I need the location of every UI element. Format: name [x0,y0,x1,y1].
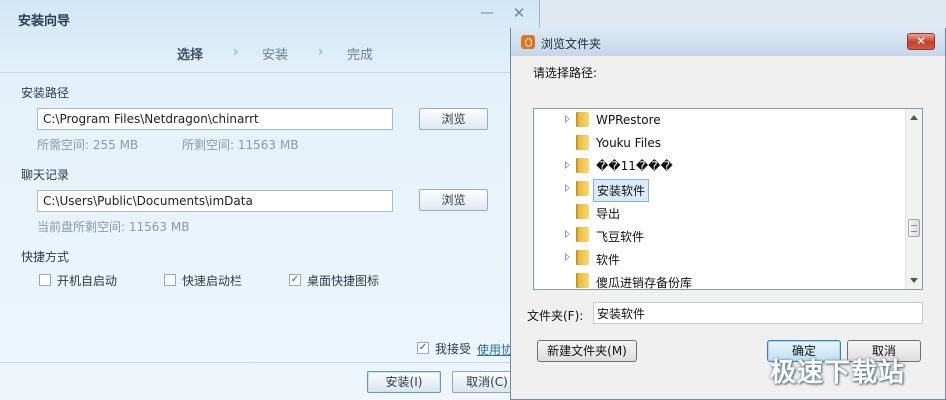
dialog-title: 浏览文件夹 [541,37,602,51]
folder-icon [576,181,589,196]
expand-arrow-icon[interactable] [565,230,570,238]
step-separator-icon: › [233,44,239,60]
quick-launch-checkbox[interactable] [164,274,176,286]
close-icon[interactable]: ✕ [907,33,935,50]
tree-item-label: 傻瓜进销存备份库 [596,276,693,290]
expand-arrow-icon[interactable] [565,253,570,261]
step-separator-icon: › [318,44,324,60]
app-logo-icon [521,35,535,49]
step-indicator: 选择 › 安装 › 完成 [0,44,540,64]
desktop-shortcut-checkbox[interactable]: ✓ [289,274,301,286]
new-folder-button[interactable]: 新建文件夹(M) [537,340,637,362]
agree-label: 我接受 [435,342,472,356]
shortcuts-label: 快捷方式 [21,250,70,264]
tree-item-label: 软件 [596,253,621,267]
install-path-browse-button[interactable]: 浏览 [419,108,488,130]
folder-tree[interactable]: WPRestore Youku Files ��11��� 安装软件 导出 飞豆… [533,108,923,290]
tree-item[interactable]: 软件 [534,247,906,269]
folder-icon [576,227,589,242]
autostart-checkbox[interactable] [39,274,51,286]
install-path-input[interactable] [37,108,393,130]
folder-icon [576,135,589,150]
folder-icon [576,273,589,288]
tree-item-label: WPRestore [596,113,661,127]
install-path-label: 安装路径 [21,86,70,100]
folder-icon [576,158,589,173]
scroll-down-icon[interactable] [910,278,918,283]
vertical-scrollbar[interactable] [905,109,922,289]
chat-history-label: 聊天记录 [21,168,70,182]
quick-launch-label: 快速启动栏 [182,274,243,288]
close-icon[interactable]: ✕ [508,4,530,22]
step-finish: 完成 [347,48,374,63]
scroll-up-icon[interactable] [910,115,918,120]
tree-item-label: ��11��� [596,159,673,173]
divider [0,72,540,73]
folder-input[interactable] [593,302,923,324]
tree-item[interactable]: ��11��� [534,155,906,177]
autostart-label: 开机自启动 [57,274,118,288]
install-button[interactable]: 安装(I) [367,371,441,393]
expand-arrow-icon[interactable] [565,184,570,192]
tree-item[interactable]: 导出 [534,201,906,223]
expand-arrow-icon[interactable] [565,115,570,123]
scrollbar-thumb[interactable] [908,219,920,237]
folder-icon [576,204,589,219]
browse-folder-dialog: 浏览文件夹 ✕ 请选择路径: WPRestore Youku Files ��1… [510,28,946,400]
folder-icon [576,112,589,127]
tree-item[interactable]: 飞豆软件 [534,224,906,246]
tree-item[interactable]: Youku Files [534,132,906,154]
tree-item-label: 安装软件 [593,179,650,202]
dialog-prompt: 请选择路径: [533,66,598,80]
minimize-icon[interactable]: — [476,4,498,22]
window-title: 安装向导 [18,14,71,29]
watermark: 极速下载站 [770,358,906,388]
required-space: 所需空间: 255 MB [37,138,139,152]
tree-item-label: Youku Files [596,136,662,150]
tree-item-label: 飞豆软件 [596,230,645,244]
agree-checkbox[interactable]: ✓ [417,342,429,354]
step-install: 安装 [262,48,289,63]
tree-item[interactable]: WPRestore [534,109,906,131]
folder-field-label: 文件夹(F): [527,309,584,323]
folder-icon [576,250,589,265]
chat-history-browse-button[interactable]: 浏览 [419,189,488,211]
tree-item[interactable]: 傻瓜进销存备份库 [534,270,906,290]
step-select: 选择 [177,48,204,63]
current-drive-free-space: 当前盘所剩空间: 11563 MB [37,220,190,234]
free-space: 所剩空间: 11563 MB [182,138,299,152]
license-link[interactable]: 使用协议 [477,341,511,358]
chat-history-input[interactable] [37,190,393,212]
expand-arrow-icon[interactable] [565,161,570,169]
tree-item-selected[interactable]: 安装软件 [534,178,906,202]
divider [0,362,540,363]
tree-item-label: 导出 [596,207,621,221]
desktop-shortcut-label: 桌面快捷图标 [307,274,380,288]
installer-window: 安装向导 — ✕ 选择 › 安装 › 完成 安装路径 浏览 所需空间: 255 … [0,0,540,400]
dialog-titlebar: 浏览文件夹 ✕ [511,28,945,56]
